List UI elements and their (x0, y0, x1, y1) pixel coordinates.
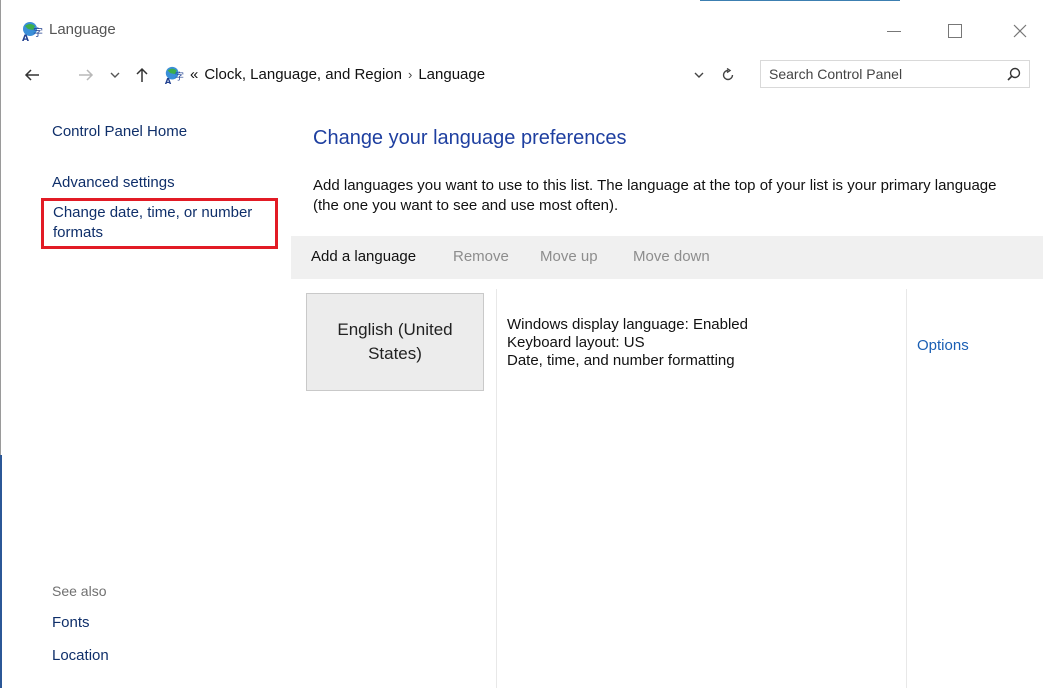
breadcrumb-separator[interactable]: › (408, 67, 412, 82)
move-down-button: Move down (633, 248, 710, 265)
forward-button[interactable] (76, 63, 96, 87)
language-tile-english-us[interactable]: English (United States) (306, 293, 484, 391)
page-title: Change your language preferences (313, 127, 627, 149)
back-button[interactable] (22, 63, 42, 87)
minimize-icon (887, 30, 901, 32)
address-bar[interactable]: A 字 « Clock, Language, and Region › Lang… (160, 62, 745, 88)
maximize-button[interactable] (933, 12, 977, 50)
control-panel-home-link[interactable]: Control Panel Home (52, 123, 187, 140)
language-icon: A 字 (164, 65, 184, 86)
breadcrumb-item-language[interactable]: Language (418, 66, 485, 83)
language-details: Windows display language: Enabled Keyboa… (507, 316, 748, 370)
search-icon (1007, 67, 1021, 81)
change-date-time-formats-link[interactable]: Change date, time, or number formats (41, 198, 278, 249)
language-options-link[interactable]: Options (917, 337, 969, 354)
search-input[interactable]: Search Control Panel (760, 60, 1030, 88)
svg-text:A: A (165, 76, 172, 85)
address-dropdown-button[interactable] (692, 66, 706, 84)
search-placeholder: Search Control Panel (769, 66, 903, 82)
title-bar: A 字 Language (0, 0, 1043, 60)
maximize-icon (948, 24, 962, 38)
navigation-bar: A 字 « Clock, Language, and Region › Lang… (0, 60, 1043, 90)
up-arrow-icon (136, 67, 148, 82)
language-detail-display: Windows display language: Enabled (507, 316, 748, 333)
advanced-settings-link[interactable]: Advanced settings (52, 174, 175, 191)
breadcrumb-overflow[interactable]: « (190, 66, 198, 83)
page-description: Add languages you want to use to this li… (313, 177, 997, 214)
close-icon (1013, 24, 1027, 38)
location-link[interactable]: Location (52, 647, 109, 664)
up-button[interactable] (132, 63, 152, 87)
recent-locations-button[interactable] (108, 63, 122, 87)
remove-button: Remove (453, 248, 509, 265)
forward-arrow-icon (79, 69, 94, 81)
chevron-down-icon (694, 72, 704, 78)
column-divider (496, 289, 497, 688)
breadcrumb-item-clock-language-region[interactable]: Clock, Language, and Region (204, 66, 402, 83)
chevron-down-icon (110, 72, 120, 78)
svg-text:字: 字 (33, 26, 43, 39)
language-toolbar: Add a language Remove Move up Move down (291, 236, 1043, 279)
refresh-icon (722, 68, 734, 81)
add-language-button[interactable]: Add a language (311, 248, 416, 265)
language-detail-keyboard: Keyboard layout: US (507, 334, 645, 351)
language-icon: A 字 (21, 20, 43, 44)
breadcrumb: « Clock, Language, and Region › Language (190, 66, 485, 83)
language-list: English (United States) Windows display … (291, 279, 1043, 688)
minimize-button[interactable] (872, 12, 916, 50)
svg-text:字: 字 (175, 71, 184, 83)
sidebar: Control Panel Home Advanced settings Cha… (0, 100, 290, 688)
close-button[interactable] (998, 12, 1042, 50)
window-title: Language (49, 21, 116, 38)
refresh-button[interactable] (720, 66, 736, 84)
back-arrow-icon (24, 69, 39, 81)
fonts-link[interactable]: Fonts (52, 614, 90, 631)
svg-text:A: A (22, 34, 29, 42)
move-up-button: Move up (540, 248, 598, 265)
language-detail-formatting: Date, time, and number formatting (507, 352, 735, 369)
see-also-heading: See also (52, 583, 107, 599)
column-divider (906, 289, 907, 688)
